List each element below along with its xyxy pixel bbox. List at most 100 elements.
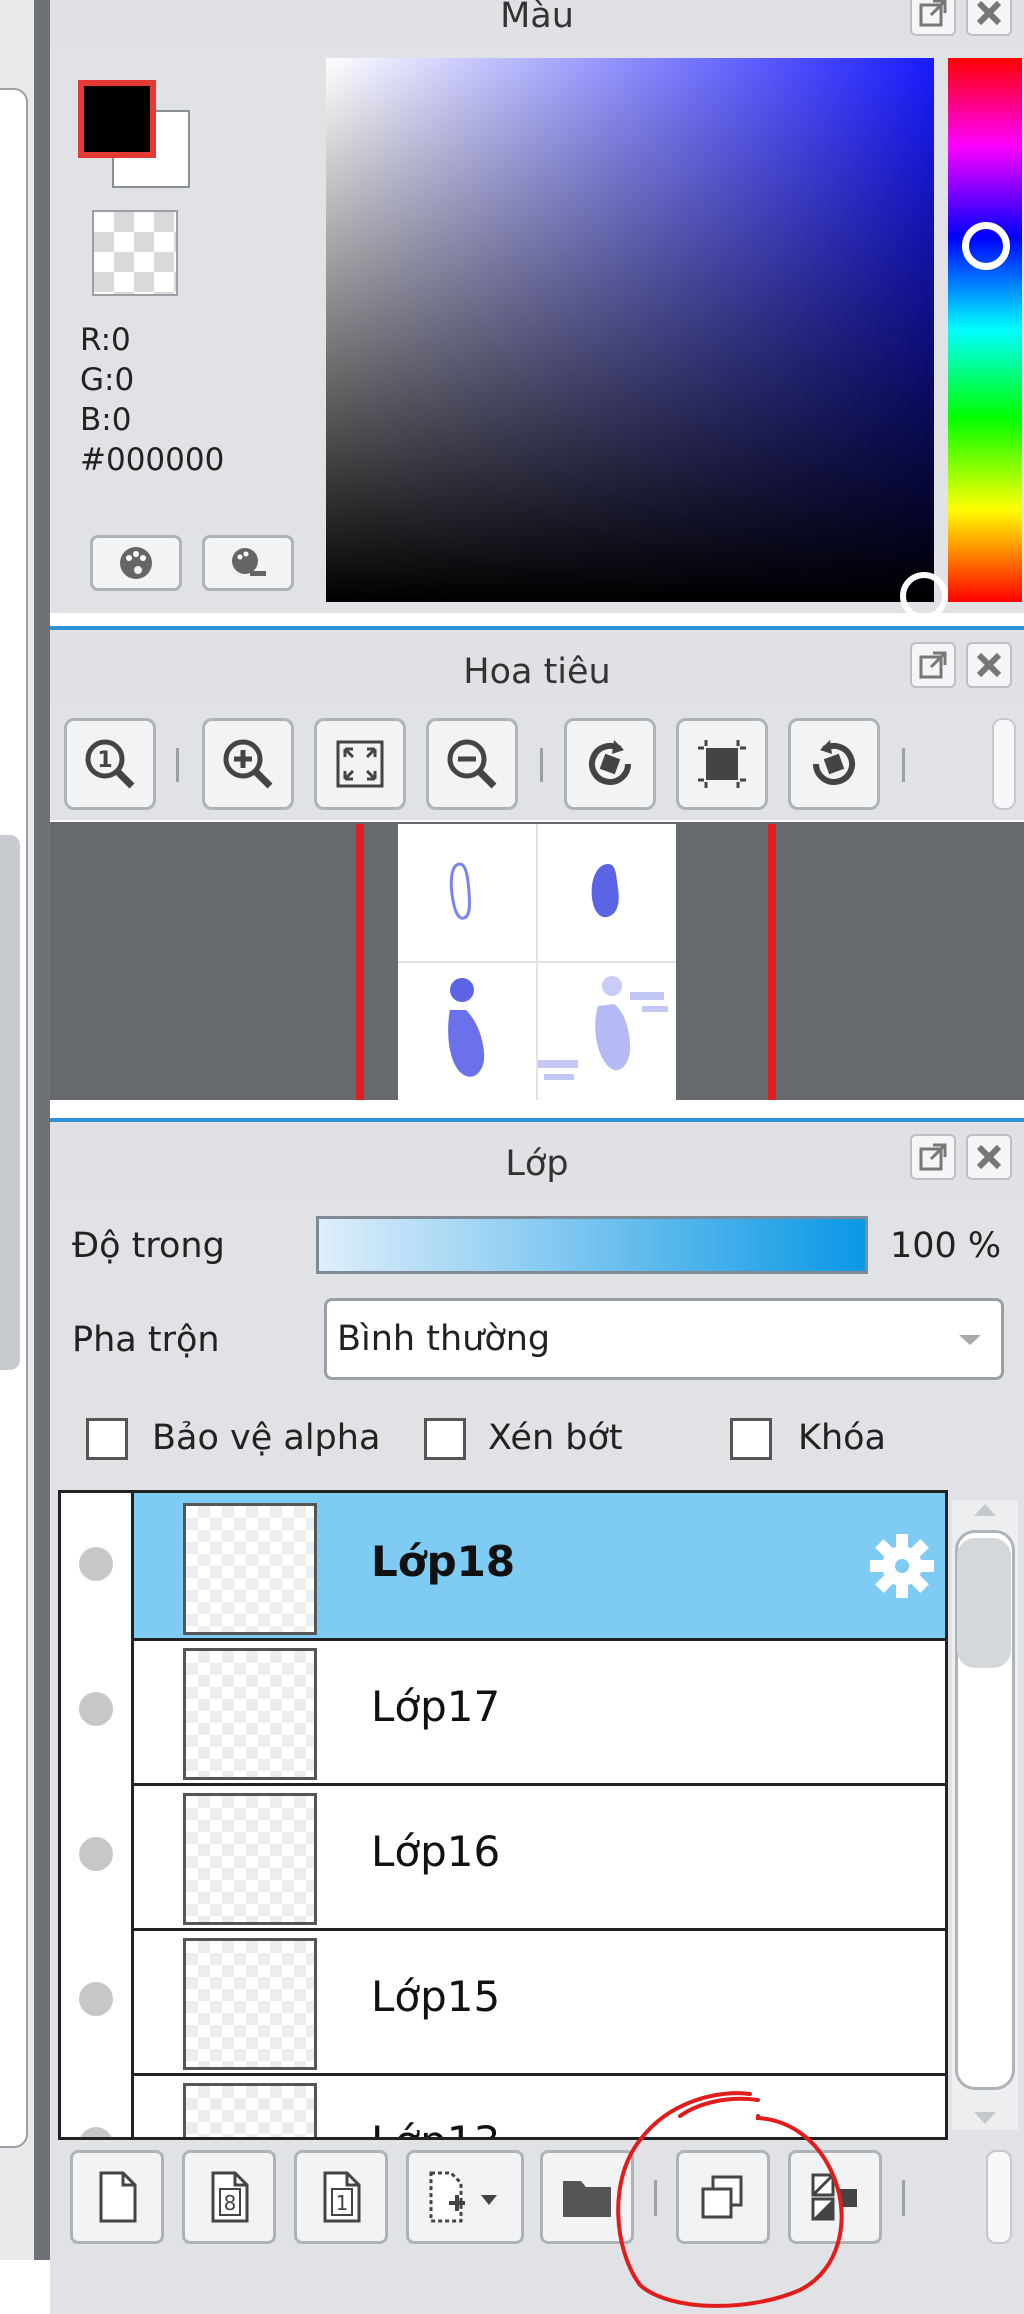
duplicate-layer-icon (701, 2175, 743, 2219)
layer-thumbnail (183, 2083, 317, 2137)
layer-list: Lớp18 Lớp17 Lớp16 Lớp15 Lớp13 (58, 1490, 948, 2140)
layer-panel-header: Lớp (50, 1126, 1024, 1196)
popout-icon (919, 651, 947, 679)
close-icon (976, 652, 1002, 678)
opacity-value: 100 % (890, 1226, 1002, 1266)
layer-close-button[interactable] (966, 1134, 1012, 1180)
visibility-toggle[interactable] (61, 1493, 134, 1638)
hue-slider[interactable] (948, 58, 1022, 602)
eye-icon (79, 2127, 113, 2137)
new-folder-icon (563, 2181, 611, 2217)
layer-row[interactable]: Lớp13 (61, 2073, 945, 2137)
new-1bit-layer-icon: 1 (323, 2171, 361, 2223)
zoom-out-button[interactable] (426, 718, 518, 810)
add-layer-dropdown-icon (429, 2171, 497, 2223)
layer-popout-button[interactable] (910, 1134, 956, 1180)
close-icon (976, 1144, 1002, 1170)
layer-row[interactable]: Lớp17 (61, 1638, 945, 1786)
rotate-right-icon (813, 740, 855, 785)
rotate-left-button[interactable] (564, 718, 656, 810)
new-8bit-layer-button[interactable]: 8 (182, 2150, 276, 2244)
saturation-value-handle[interactable] (900, 572, 948, 620)
layer-name: Lớp13 (371, 2117, 500, 2137)
merge-down-icon (811, 2173, 857, 2221)
foreground-color-swatch[interactable] (78, 80, 156, 158)
reset-view-icon (698, 740, 746, 788)
blend-mode-label: Pha trộn (72, 1320, 220, 1360)
zoom-actual-icon: 1 (85, 739, 135, 789)
zoom-actual-button[interactable]: 1 (64, 718, 156, 810)
rotate-right-button[interactable] (788, 718, 880, 810)
color-panel-popout-button[interactable] (910, 0, 956, 36)
color-panel-header: Màu (50, 0, 1024, 44)
layer-row[interactable]: Lớp18 (61, 1493, 945, 1641)
reset-view-button[interactable] (676, 718, 768, 810)
new-folder-button[interactable] (540, 2150, 634, 2244)
toolbar-separator (654, 2180, 657, 2216)
new-layer-button[interactable] (70, 2150, 164, 2244)
color-panel-title: Màu (500, 0, 574, 36)
palette-edit-button[interactable] (202, 535, 294, 591)
navigator-popout-button[interactable] (910, 642, 956, 688)
saturation-value-picker[interactable] (326, 58, 934, 602)
svg-text:1: 1 (336, 2191, 349, 2215)
panel-splitter[interactable] (34, 0, 50, 2260)
navigator-toolbar-scroll[interactable] (992, 718, 1016, 810)
layer-thumbnail (183, 1938, 317, 2070)
layer-panel-title: Lớp (505, 1144, 569, 1184)
new-1bit-layer-button[interactable]: 1 (294, 2150, 388, 2244)
red-value: R:0 (80, 322, 131, 358)
transparent-color-swatch[interactable] (92, 210, 178, 296)
lock-checkbox[interactable] (730, 1418, 772, 1460)
clipping-checkbox[interactable] (424, 1418, 466, 1460)
left-scrollbar-thumb[interactable] (0, 835, 20, 1370)
navigator-panel-title: Hoa tiêu (463, 652, 611, 692)
hue-slider-handle[interactable] (962, 222, 1010, 270)
fit-screen-icon (336, 740, 384, 788)
duplicate-layer-button[interactable] (676, 2150, 770, 2244)
visibility-toggle[interactable] (61, 1783, 134, 1928)
layer-row[interactable]: Lớp15 (61, 1928, 945, 2076)
visibility-toggle[interactable] (61, 1638, 134, 1783)
navigator-page-thumbnail[interactable] (398, 824, 676, 1100)
color-panel-close-button[interactable] (966, 0, 1012, 36)
close-icon (976, 0, 1002, 26)
opacity-slider[interactable] (316, 1216, 868, 1274)
new-layer-icon (99, 2171, 137, 2223)
layer-name: Lớp15 (371, 1972, 501, 2021)
eye-icon (79, 1547, 113, 1581)
gear-icon[interactable] (867, 1531, 937, 1601)
eye-icon (79, 1692, 113, 1726)
new-8bit-layer-icon: 8 (211, 2171, 249, 2223)
clipping-label: Xén bớt (488, 1418, 623, 1458)
svg-text:1: 1 (97, 748, 112, 773)
toolbar-separator (902, 748, 905, 782)
merge-down-button[interactable] (788, 2150, 882, 2244)
palette-button[interactable] (90, 535, 182, 591)
lock-label: Khóa (798, 1418, 886, 1458)
visibility-toggle[interactable] (61, 1928, 134, 2073)
add-layer-dropdown-button[interactable] (406, 2150, 524, 2244)
fit-screen-button[interactable] (314, 718, 406, 810)
navigator-view-right-edge (768, 824, 776, 1100)
toolbar-separator (540, 748, 543, 782)
navigator-panel-header: Hoa tiêu (50, 634, 1024, 704)
hex-value: #000000 (80, 442, 225, 478)
zoom-in-button[interactable] (202, 718, 294, 810)
layer-toolbar-scroll[interactable] (986, 2150, 1012, 2244)
navigator-close-button[interactable] (966, 642, 1012, 688)
layer-name: Lớp17 (371, 1682, 501, 1731)
blend-mode-select[interactable]: Bình thường (324, 1298, 1004, 1380)
eye-icon (79, 1982, 113, 2016)
scroll-up-icon[interactable] (970, 1500, 1000, 1520)
visibility-toggle[interactable] (61, 2073, 134, 2137)
protect-alpha-label: Bảo vệ alpha (152, 1418, 381, 1458)
green-value: G:0 (80, 362, 135, 398)
layer-row[interactable]: Lớp16 (61, 1783, 945, 1931)
layer-scrollbar-grip[interactable] (957, 1538, 1011, 1668)
protect-alpha-checkbox[interactable] (86, 1418, 128, 1460)
popout-icon (919, 0, 947, 27)
blend-mode-value: Bình thường (337, 1319, 551, 1359)
blue-value: B:0 (80, 402, 132, 438)
scroll-down-icon[interactable] (970, 2108, 1000, 2128)
